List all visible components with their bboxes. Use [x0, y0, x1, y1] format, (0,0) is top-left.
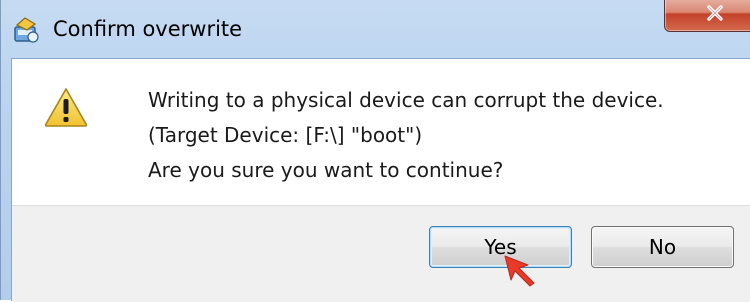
message-line-1: Writing to a physical device can corrupt… [148, 88, 664, 112]
button-bar: Yes No [12, 205, 750, 302]
pointer-arrow-icon [504, 255, 535, 287]
dialog-window: Confirm overwrite Writing to a physical … [0, 0, 750, 302]
app-icon [14, 17, 39, 43]
close-button[interactable] [664, 0, 750, 32]
no-button[interactable]: No [591, 226, 734, 268]
yes-button[interactable]: Yes [429, 226, 572, 268]
message-line-2: (Target Device: [F:\] "boot") [148, 123, 423, 147]
window-title: Confirm overwrite [53, 17, 243, 41]
message-line-3: Are you sure you want to continue? [148, 158, 504, 182]
dialog-message: Writing to a physical device can corrupt… [148, 83, 664, 188]
title-bar[interactable]: Confirm overwrite [1, 0, 750, 58]
close-icon [707, 5, 723, 21]
warning-icon [44, 88, 88, 127]
dialog-body: Writing to a physical device can corrupt… [11, 58, 750, 302]
